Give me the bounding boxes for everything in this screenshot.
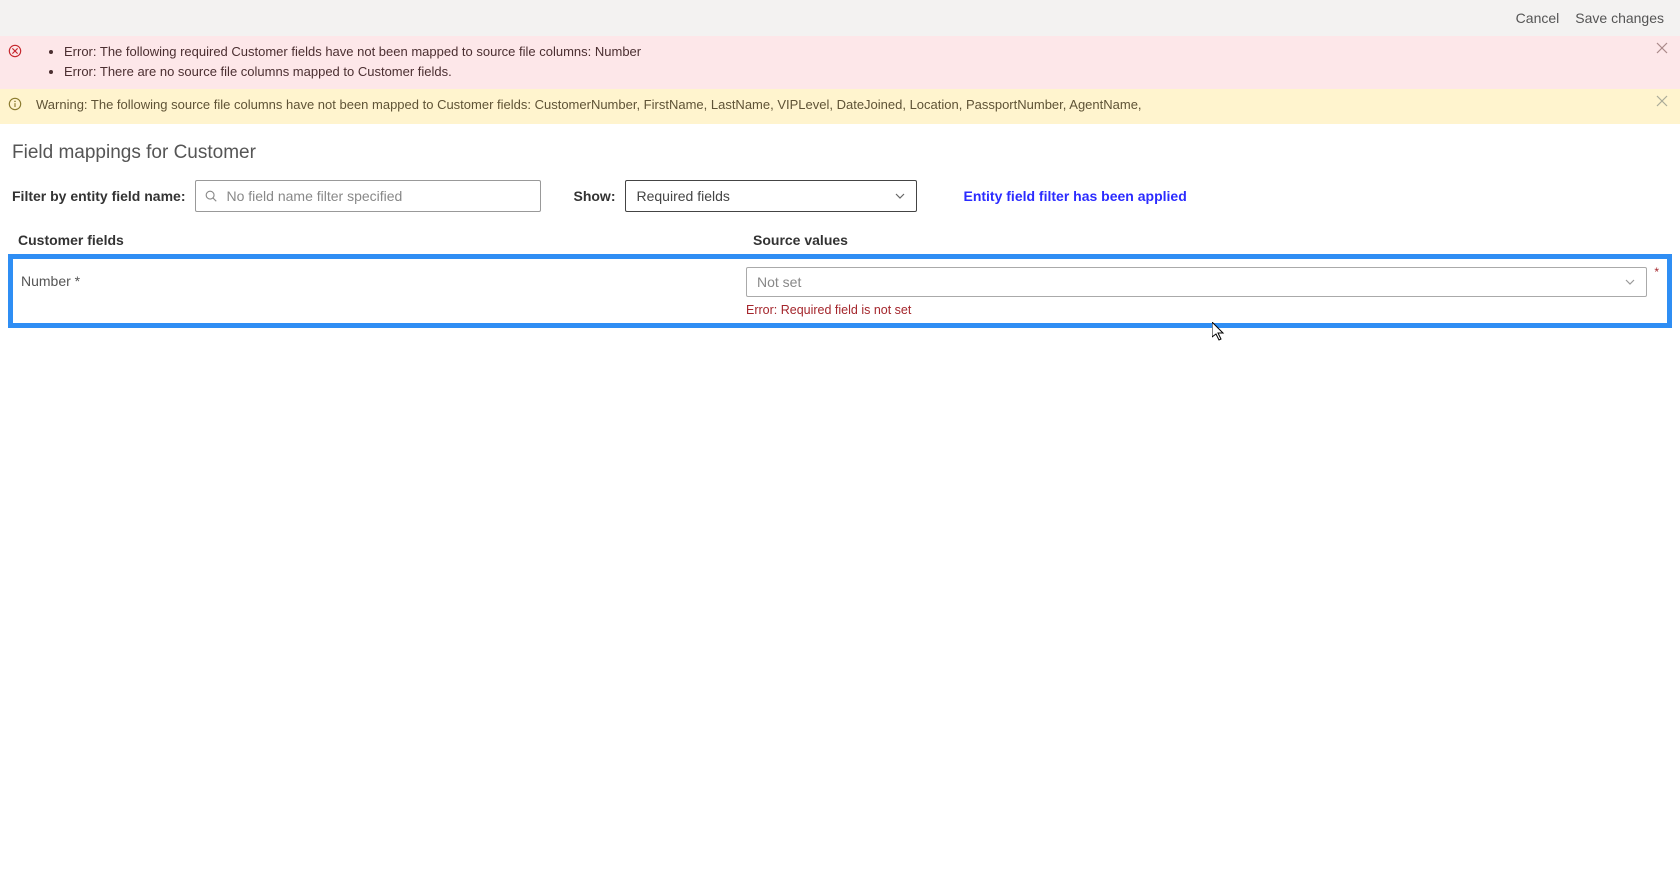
- source-value-text: Not set: [757, 274, 801, 290]
- mapping-row-selected: Number * Not set * Error: Required field…: [8, 254, 1672, 328]
- error-banner: Error: The following required Customer f…: [0, 36, 1680, 89]
- search-icon: [204, 189, 218, 203]
- filter-applied-msg: Entity field filter has been applied: [963, 188, 1186, 204]
- show-dropdown-value: Required fields: [636, 188, 729, 204]
- filter-input[interactable]: [224, 187, 532, 205]
- filter-search[interactable]: [195, 180, 541, 212]
- col-source-values: Source values: [753, 232, 1666, 248]
- chevron-down-icon: [894, 190, 906, 202]
- top-header: Cancel Save changes: [0, 0, 1680, 36]
- close-icon[interactable]: [1656, 95, 1668, 107]
- filter-label: Filter by entity field name:: [12, 188, 185, 204]
- error-item: Error: The following required Customer f…: [64, 42, 1664, 62]
- error-icon: [8, 44, 22, 58]
- error-item: Error: There are no source file columns …: [64, 62, 1664, 82]
- save-changes-button[interactable]: Save changes: [1575, 10, 1664, 26]
- filter-row: Filter by entity field name: Show: Requi…: [0, 174, 1680, 222]
- show-label: Show:: [573, 188, 615, 204]
- show-dropdown[interactable]: Required fields: [625, 180, 917, 212]
- close-icon[interactable]: [1656, 42, 1668, 54]
- cancel-button[interactable]: Cancel: [1516, 10, 1560, 26]
- field-error-msg: Error: Required field is not set: [746, 303, 1659, 317]
- warning-banner: Warning: The following source file colum…: [0, 89, 1680, 124]
- mapping-table-header: Customer fields Source values: [0, 222, 1680, 254]
- warning-text: Warning: The following source file colum…: [36, 95, 1664, 116]
- col-customer-fields: Customer fields: [18, 232, 753, 248]
- field-label-number: Number *: [21, 267, 746, 289]
- source-value-dropdown[interactable]: Not set: [746, 267, 1647, 297]
- chevron-down-icon: [1624, 276, 1636, 288]
- info-icon: [8, 97, 22, 111]
- required-asterisk: *: [1654, 265, 1659, 279]
- page-title: Field mappings for Customer: [0, 124, 1680, 174]
